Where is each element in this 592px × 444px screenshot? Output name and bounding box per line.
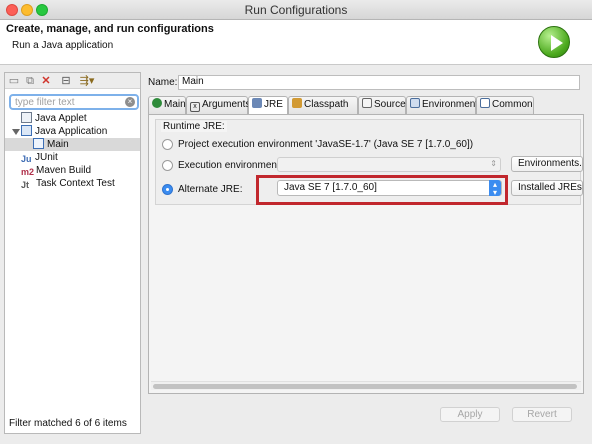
- environments-button[interactable]: Environments...: [511, 156, 583, 172]
- alternate-jre-label: Alternate JRE:: [178, 184, 243, 195]
- tree-item-maven-build[interactable]: m2 Maven Build: [21, 164, 91, 177]
- tab-label: Classpath: [304, 99, 349, 110]
- tab-common[interactable]: Common: [476, 96, 534, 114]
- java-applet-icon: [21, 112, 32, 123]
- main-config-icon: [33, 138, 44, 149]
- configuration-list-panel: ▭ ⧉ ✕ ⊟ ⇶▾ × Java Applet Java Applicatio…: [4, 72, 141, 434]
- junit-icon: Ju: [21, 154, 32, 164]
- tab-label: Main: [164, 99, 186, 110]
- arguments-tab-icon: x: [190, 102, 200, 112]
- tree-item-label: Java Application: [35, 126, 108, 137]
- highlight-box: [256, 175, 508, 205]
- run-icon: [538, 26, 570, 58]
- filter-field[interactable]: ×: [9, 94, 139, 110]
- tree-item-main[interactable]: Main: [5, 138, 140, 151]
- title-bar: Run Configurations: [0, 0, 592, 20]
- execution-environment-label: Execution environment:: [178, 160, 283, 171]
- apply-button[interactable]: Apply: [440, 407, 500, 422]
- header-subtitle: Run a Java application: [12, 40, 114, 51]
- filter-status: Filter matched 6 of 6 items: [9, 418, 127, 429]
- execution-environment-radio[interactable]: [162, 160, 173, 171]
- tab-label: JRE: [264, 99, 283, 110]
- runtime-jre-label: Runtime JRE:: [161, 121, 227, 132]
- common-tab-icon: [480, 98, 490, 108]
- config-toolbar: ▭ ⧉ ✕ ⊟ ⇶▾: [5, 73, 140, 89]
- delete-icon[interactable]: ✕: [40, 75, 52, 87]
- tab-arguments[interactable]: x Arguments: [186, 96, 251, 114]
- tree-item-junit[interactable]: Ju JUnit: [21, 151, 58, 164]
- configuration-editor: Name: Main Main x Arguments JRE Classpath…: [144, 72, 592, 434]
- tab-classpath[interactable]: Classpath: [288, 96, 358, 114]
- java-application-icon: [21, 125, 32, 136]
- project-environment-label: Project execution environment 'JavaSE-1.…: [178, 139, 474, 150]
- tree-item-label: Task Context Test: [36, 178, 115, 189]
- header-title: Create, manage, and run configurations: [6, 23, 214, 35]
- tree-item-label: Main: [47, 139, 69, 150]
- combo-arrows-icon: ⇕: [490, 159, 497, 168]
- filter-menu-icon[interactable]: ⇶▾: [77, 75, 97, 87]
- classpath-tab-icon: [292, 98, 302, 108]
- config-tabs: Main x Arguments JRE Classpath Source Env…: [148, 96, 588, 115]
- tab-label: Source: [374, 99, 406, 110]
- jre-tab-icon: [252, 98, 262, 108]
- expand-twisty-icon[interactable]: [12, 129, 20, 135]
- tab-jre[interactable]: JRE: [248, 96, 288, 115]
- horizontal-scrollbar[interactable]: [151, 381, 581, 390]
- jre-tab-content: Runtime JRE: Project execution environme…: [148, 114, 584, 394]
- main-tab-icon: [152, 98, 162, 108]
- tab-source[interactable]: Source: [358, 96, 406, 114]
- name-field[interactable]: Main: [178, 75, 580, 90]
- alternate-jre-radio[interactable]: [162, 184, 173, 195]
- maven-icon: m2: [21, 167, 35, 177]
- tree-item-label: JUnit: [35, 152, 58, 163]
- clear-filter-icon[interactable]: ×: [125, 97, 135, 107]
- window-title: Run Configurations: [244, 3, 348, 17]
- collapse-all-icon[interactable]: ⊟: [60, 75, 72, 87]
- tab-main[interactable]: Main: [148, 96, 186, 114]
- tree-item-java-applet[interactable]: Java Applet: [21, 112, 87, 125]
- environment-tab-icon: [410, 98, 420, 108]
- source-tab-icon: [362, 98, 372, 108]
- new-config-icon[interactable]: ▭: [8, 75, 20, 87]
- filter-input[interactable]: [15, 97, 120, 108]
- tab-environment[interactable]: Environment: [406, 96, 479, 114]
- installed-jres-button[interactable]: Installed JREs...: [511, 180, 583, 196]
- project-environment-radio[interactable]: [162, 139, 173, 150]
- duplicate-icon[interactable]: ⧉: [24, 75, 36, 87]
- name-label: Name:: [148, 77, 178, 88]
- revert-button[interactable]: Revert: [512, 407, 572, 422]
- tab-label: Common: [492, 99, 533, 110]
- tree-item-label: Java Applet: [35, 113, 87, 124]
- task-context-icon: Jt: [21, 180, 30, 190]
- execution-environment-combo: ⇕: [277, 157, 501, 172]
- tab-label: Environment: [422, 99, 479, 110]
- tree-item-label: Maven Build: [36, 165, 92, 176]
- tab-label: Arguments: [202, 99, 251, 110]
- dialog-header: Create, manage, and run configurations R…: [0, 20, 592, 65]
- scrollbar-thumb[interactable]: [153, 384, 577, 389]
- tree-item-java-application[interactable]: Java Application: [21, 125, 107, 138]
- tree-item-task-context-test[interactable]: Jt Task Context Test: [21, 177, 115, 190]
